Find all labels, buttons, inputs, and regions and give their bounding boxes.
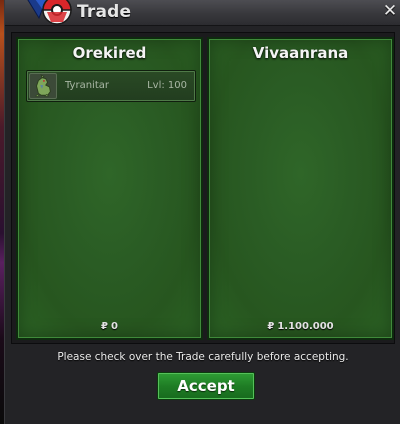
trader-name: Vivaanrana [252, 44, 349, 62]
money-amount: 0 [111, 321, 118, 332]
money-offer: ₽0 [18, 321, 201, 332]
window-title: Trade [77, 2, 132, 22]
money-amount: 1.100.000 [277, 321, 334, 332]
trader-panel-orekired: Orekired Tyranitar Lvl: 100 ₽ 0 [16, 37, 203, 340]
trader-name: Orekired [72, 44, 147, 62]
pokeball-icon [27, 0, 72, 25]
money-offer: ₽1.100.000 [209, 321, 392, 332]
trade-notice: Please check over the Trade carefully be… [57, 351, 349, 363]
trader-panel-vivaanrana: Vivaanrana ₽1.100.000 [207, 37, 394, 340]
pokemon-level: Lvl: 100 [147, 80, 187, 91]
pokemon-name: Tyranitar [65, 80, 109, 91]
trade-item-row[interactable]: Tyranitar Lvl: 100 [26, 70, 196, 102]
pokedollar-icon: ₽ [267, 321, 275, 332]
title-bar[interactable]: Trade ✕ [5, 0, 400, 26]
close-icon[interactable]: ✕ [381, 0, 399, 22]
pokedollar-icon: ₽ [101, 321, 108, 332]
trade-window: Trade ✕ Orekired Tyranitar Lvl: 100 ₽ 0 … [4, 0, 400, 424]
game-screen: Trade ✕ Orekired Tyranitar Lvl: 100 ₽ 0 … [0, 0, 400, 424]
tyranitar-sprite-icon [29, 73, 57, 99]
accept-button[interactable]: Accept [157, 372, 255, 400]
trade-frame: Orekired Tyranitar Lvl: 100 ₽ 0 Vivaanra… [11, 32, 395, 344]
